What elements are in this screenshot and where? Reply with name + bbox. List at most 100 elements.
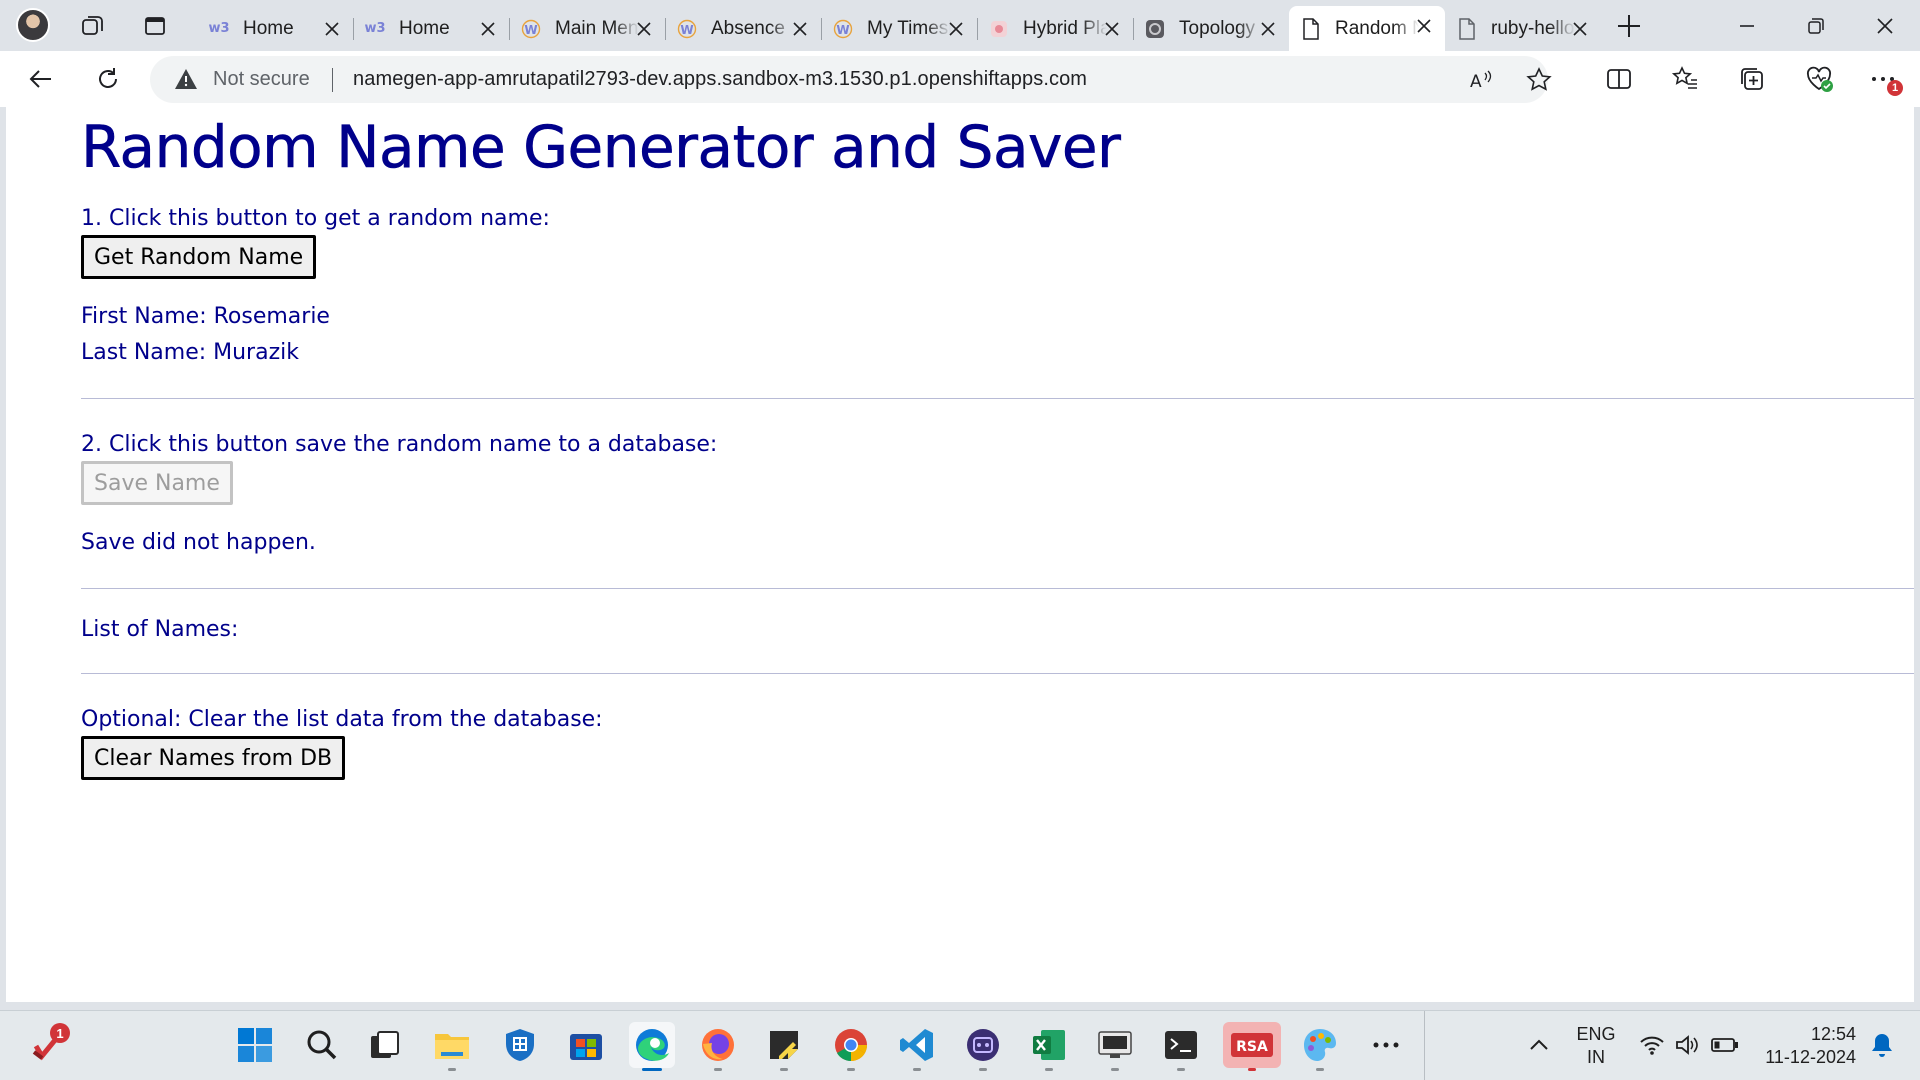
- tab-title: Topology: [1179, 17, 1256, 39]
- search-icon[interactable]: [299, 1022, 345, 1068]
- running-indicator: [979, 1068, 987, 1071]
- minimize-icon[interactable]: [1727, 11, 1767, 41]
- close-window-icon[interactable]: [1865, 11, 1905, 41]
- divider: [81, 398, 1914, 399]
- clear-names-button[interactable]: Clear Names from DB: [81, 736, 346, 780]
- warning-icon[interactable]: [174, 68, 198, 90]
- list-of-names-label: List of Names:: [81, 617, 239, 642]
- running-indicator: [1248, 1068, 1256, 1071]
- chevron-up-icon[interactable]: [1517, 1022, 1561, 1068]
- close-tab-icon[interactable]: [1259, 20, 1277, 38]
- new-tab-icon[interactable]: [1614, 11, 1644, 41]
- step1-label: 1. Click this button to get a random nam…: [81, 206, 550, 231]
- back-icon[interactable]: [25, 63, 57, 95]
- store-icon[interactable]: [563, 1022, 609, 1068]
- language-indicator[interactable]: ENG IN: [1574, 1023, 1618, 1069]
- region-code: IN: [1587, 1047, 1605, 1067]
- podman-desktop-icon[interactable]: [960, 1022, 1006, 1071]
- file-explorer-icon[interactable]: [429, 1022, 475, 1071]
- svg-text:W: W: [524, 23, 537, 37]
- more-apps-icon[interactable]: [1363, 1022, 1409, 1068]
- close-tab-icon[interactable]: [947, 20, 965, 38]
- paint-icon[interactable]: [1297, 1022, 1343, 1071]
- tab-main-menu[interactable]: W Main Menu: [509, 9, 665, 48]
- terminal-icon[interactable]: [1158, 1022, 1204, 1071]
- extensions-badge: 1: [1887, 80, 1903, 96]
- task-view-icon[interactable]: [362, 1022, 408, 1068]
- chrome-icon[interactable]: [828, 1022, 874, 1071]
- wiki-favicon-icon: W: [833, 19, 853, 39]
- divider: [81, 673, 1914, 674]
- close-tab-icon[interactable]: [1415, 17, 1433, 35]
- settings-more-icon[interactable]: 1: [1868, 64, 1903, 96]
- save-name-button[interactable]: Save Name: [81, 461, 233, 505]
- close-tab-icon[interactable]: [635, 20, 653, 38]
- tab-my-timesheet[interactable]: W My Timesheet: [821, 9, 977, 48]
- vscode-icon[interactable]: [894, 1022, 940, 1071]
- tab-actions-icon[interactable]: [140, 11, 170, 41]
- wifi-icon[interactable]: [1632, 1022, 1672, 1068]
- start-icon[interactable]: [232, 1022, 278, 1068]
- url-text[interactable]: namegen-app-amrutapatil2793-dev.apps.san…: [353, 68, 1087, 91]
- divider: [81, 588, 1914, 589]
- running-indicator: [1045, 1068, 1053, 1071]
- favorite-star-icon[interactable]: [1526, 67, 1552, 93]
- w3-favicon-icon: w3: [208, 21, 230, 36]
- tab-title: Home: [243, 17, 294, 39]
- tab-home-1[interactable]: w3 Home: [197, 9, 353, 48]
- address-bar[interactable]: Not secure namegen-app-amrutapatil2793-d…: [150, 56, 1552, 103]
- close-tab-icon[interactable]: [479, 20, 497, 38]
- last-name-text: Last Name: Murazik: [81, 340, 299, 365]
- tab-home-2[interactable]: w3 Home: [353, 9, 509, 48]
- read-aloud-icon[interactable]: A: [1468, 67, 1494, 93]
- tab-title: Main Menu: [555, 17, 639, 39]
- running-indicator: [448, 1068, 456, 1071]
- clock[interactable]: 12:54 11-12-2024: [1760, 1023, 1856, 1069]
- tab-random-name-generator[interactable]: Random Name Generator: [1289, 6, 1445, 51]
- favorites-icon[interactable]: [1670, 64, 1700, 94]
- volume-icon[interactable]: [1667, 1022, 1707, 1068]
- wiki-favicon-icon: W: [521, 19, 541, 39]
- svg-text:RSA: RSA: [1236, 1039, 1268, 1055]
- get-random-name-button[interactable]: Get Random Name: [81, 235, 317, 279]
- clock-time: 12:54: [1810, 1024, 1856, 1044]
- w3-favicon-icon: w3: [364, 21, 386, 36]
- workspaces-icon[interactable]: [78, 11, 108, 41]
- firefox-icon[interactable]: [695, 1022, 741, 1071]
- security-status[interactable]: Not secure: [213, 68, 310, 91]
- running-indicator: [913, 1068, 921, 1071]
- browser-essentials-icon[interactable]: [1804, 64, 1834, 94]
- close-tab-icon[interactable]: [1103, 20, 1121, 38]
- excel-icon[interactable]: [1026, 1022, 1072, 1071]
- page-favicon-icon: [1457, 17, 1477, 40]
- close-tab-icon[interactable]: [323, 20, 341, 38]
- page-favicon-icon: [1301, 17, 1321, 40]
- notifications-bell-icon[interactable]: [1862, 1022, 1902, 1068]
- restore-icon[interactable]: [1796, 11, 1836, 41]
- notification-badge: 1: [50, 1023, 70, 1043]
- edge-icon[interactable]: [629, 1022, 675, 1071]
- tab-hybrid[interactable]: Hybrid Planner: [977, 9, 1133, 48]
- openshift-favicon-icon: [1145, 19, 1165, 39]
- refresh-icon[interactable]: [92, 63, 124, 95]
- windows-taskbar: 1 RSA ENG IN 12:54 11-12-2024: [0, 1010, 1920, 1080]
- clock-date: 11-12-2024: [1765, 1047, 1856, 1067]
- tab-title: My Timesheet: [867, 17, 951, 39]
- profile-avatar[interactable]: [16, 8, 50, 42]
- tab-title: Absence: [711, 17, 785, 39]
- close-tab-icon[interactable]: [791, 20, 809, 38]
- tab-topology[interactable]: Topology: [1133, 9, 1289, 48]
- split-screen-icon[interactable]: [1604, 64, 1634, 94]
- tab-ruby-hello[interactable]: ruby-hello: [1445, 9, 1601, 48]
- sticky-notes-icon[interactable]: [761, 1022, 807, 1071]
- rsa-token-icon[interactable]: RSA: [1223, 1022, 1281, 1071]
- remote-desktop-icon[interactable]: [1092, 1022, 1138, 1071]
- tab-absence[interactable]: W Absence: [665, 9, 821, 48]
- running-indicator: [1316, 1068, 1324, 1071]
- collections-icon[interactable]: [1737, 64, 1767, 94]
- widgets-icon[interactable]: 1: [26, 1022, 72, 1068]
- close-tab-icon[interactable]: [1571, 20, 1589, 38]
- battery-icon[interactable]: [1705, 1022, 1745, 1068]
- defender-icon[interactable]: [497, 1022, 543, 1068]
- page-title: Random Name Generator and Saver: [81, 113, 1121, 182]
